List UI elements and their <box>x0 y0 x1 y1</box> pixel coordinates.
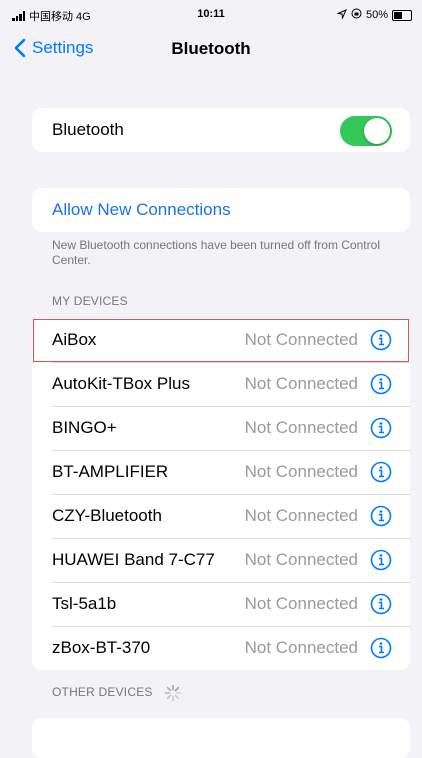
allow-connections-footnote: New Bluetooth connections have been turn… <box>52 238 380 267</box>
device-name: BINGO+ <box>52 418 117 437</box>
device-name: CZY-Bluetooth <box>52 506 162 525</box>
other-devices-header: OTHER DEVICES <box>52 684 182 702</box>
bluetooth-toggle-row: Bluetooth <box>32 108 410 152</box>
info-icon[interactable] <box>370 637 392 659</box>
device-status: Not Connected <box>244 462 358 481</box>
device-status: Not Connected <box>244 638 358 657</box>
other-devices-list <box>32 718 410 758</box>
info-icon[interactable] <box>370 461 392 483</box>
device-name: AutoKit-TBox Plus <box>52 374 190 393</box>
battery-icon <box>392 9 412 21</box>
orientation-lock-icon <box>351 8 362 22</box>
device-status: Not Connected <box>244 374 358 393</box>
activity-spinner-icon <box>164 684 182 702</box>
info-icon[interactable] <box>370 373 392 395</box>
info-icon[interactable] <box>370 329 392 351</box>
device-row[interactable]: CZY-Bluetooth Not Connected <box>32 494 410 538</box>
device-row[interactable]: HUAWEI Band 7-C77 Not Connected <box>32 538 410 582</box>
device-name: zBox-BT-370 <box>52 638 151 657</box>
bluetooth-toggle-switch[interactable] <box>340 116 392 146</box>
device-name: HUAWEI Band 7-C77 <box>52 550 215 569</box>
device-row[interactable]: BINGO+ Not Connected <box>32 406 410 450</box>
status-right: 50% <box>336 8 412 22</box>
navigation-bar: Settings Bluetooth <box>0 30 422 70</box>
bluetooth-toggle-label: Bluetooth <box>52 120 124 139</box>
allow-connections-group: Allow New Connections <box>32 188 410 232</box>
device-status: Not Connected <box>244 594 358 613</box>
location-icon <box>336 8 347 22</box>
info-icon[interactable] <box>370 417 392 439</box>
other-devices-label: OTHER DEVICES <box>52 685 153 700</box>
device-name: BT-AMPLIFIER <box>52 462 169 481</box>
status-bar: 中国移动 4G 10:11 50% <box>0 0 422 28</box>
info-icon[interactable] <box>370 505 392 527</box>
battery-percent: 50% <box>365 9 388 21</box>
device-status: Not Connected <box>244 330 358 349</box>
bluetooth-toggle-group: Bluetooth <box>32 108 410 152</box>
device-row[interactable]: zBox-BT-370 Not Connected <box>32 626 410 670</box>
device-status: Not Connected <box>244 418 358 437</box>
toggle-knob <box>364 118 390 144</box>
device-row[interactable]: BT-AMPLIFIER Not Connected <box>32 450 410 494</box>
my-devices-list: AiBox Not Connected AutoKit-TBox Plus Not C… <box>32 318 410 670</box>
allow-new-connections-row[interactable]: Allow New Connections <box>32 188 410 232</box>
page-title: Bluetooth <box>171 39 251 58</box>
device-name: AiBox <box>52 330 97 349</box>
device-row[interactable]: Tsl-5a1b Not Connected <box>32 582 410 626</box>
allow-new-connections-button[interactable]: Allow New Connections <box>52 200 231 220</box>
device-status: Not Connected <box>244 550 358 569</box>
my-devices-header: MY DEVICES <box>52 294 128 308</box>
info-icon[interactable] <box>370 593 392 615</box>
device-row[interactable]: AutoKit-TBox Plus Not Connected <box>32 362 410 406</box>
device-status: Not Connected <box>244 506 358 525</box>
device-row[interactable]: AiBox Not Connected <box>32 318 410 362</box>
device-name: Tsl-5a1b <box>52 594 117 613</box>
info-icon[interactable] <box>370 549 392 571</box>
